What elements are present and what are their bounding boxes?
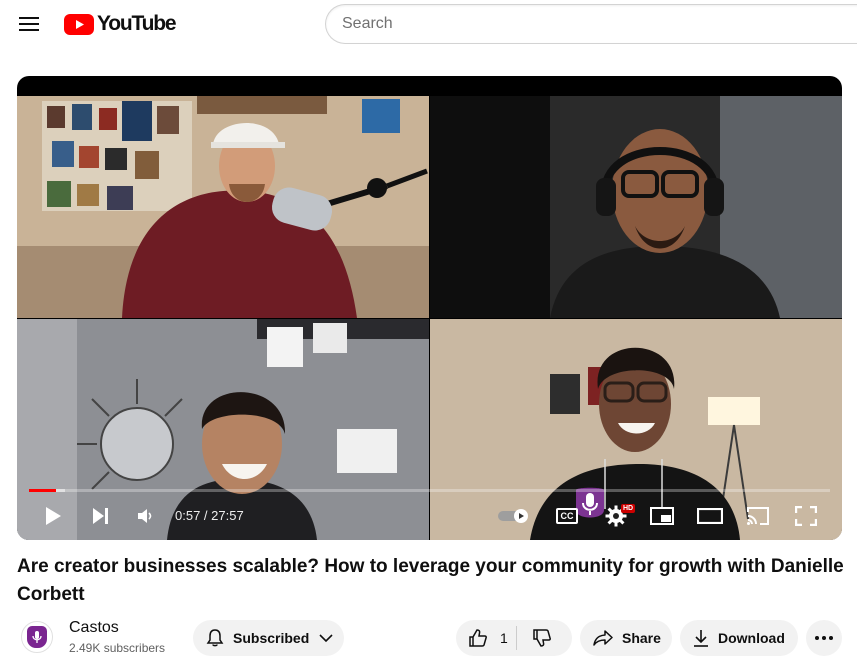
like-button[interactable]: 1: [468, 626, 508, 650]
search-input[interactable]: [326, 5, 857, 43]
thumbs-down-icon: [533, 629, 551, 647]
participant-1-image: [17, 96, 429, 318]
video-tile-top-left: [17, 96, 429, 318]
hamburger-menu-icon: [19, 17, 39, 31]
download-icon: [694, 630, 708, 647]
cast-icon: [747, 507, 769, 525]
subscribed-label: Subscribed: [233, 630, 310, 646]
like-divider: [516, 626, 517, 650]
cast-button[interactable]: [743, 496, 773, 536]
video-frame[interactable]: [17, 96, 842, 540]
autoplay-toggle[interactable]: [495, 496, 535, 536]
theater-mode-icon: [697, 508, 723, 524]
dislike-button[interactable]: [532, 626, 552, 650]
fullscreen-button[interactable]: [791, 496, 821, 536]
more-horizontal-icon: [815, 636, 833, 640]
like-count: 1: [500, 630, 508, 646]
fullscreen-icon: [795, 506, 817, 526]
time-display: 0:57 / 27:57: [175, 508, 244, 523]
hd-badge: HD: [621, 504, 636, 513]
miniplayer-icon: [650, 507, 674, 525]
video-title: Are creator businesses scalable? How to …: [17, 556, 844, 605]
thumbs-up-icon: [469, 629, 487, 647]
bell-icon: [206, 629, 224, 647]
masthead: YouTube: [0, 0, 857, 48]
chevron-down-icon: [319, 634, 333, 643]
closed-captions-icon: CC: [556, 508, 578, 524]
youtube-play-logo-icon: [64, 13, 94, 35]
youtube-logo[interactable]: YouTube: [64, 12, 177, 36]
download-button[interactable]: Download: [680, 620, 798, 656]
played-bar: [29, 489, 57, 492]
search-box[interactable]: [325, 4, 857, 44]
play-icon: [46, 507, 61, 525]
logo-text: YouTube: [97, 12, 177, 35]
share-label: Share: [622, 630, 661, 646]
video-tile-top-right: [430, 96, 842, 318]
subtitles-button[interactable]: CC: [553, 496, 581, 536]
share-button[interactable]: Share: [580, 620, 672, 656]
participant-2-image: [430, 96, 842, 318]
channel-avatar[interactable]: [21, 621, 53, 653]
theater-mode-button[interactable]: [695, 496, 725, 536]
miniplayer-button[interactable]: [647, 496, 677, 536]
menu-button[interactable]: [14, 10, 44, 38]
progress-bar[interactable]: [29, 489, 830, 492]
like-dislike-group: 1: [456, 620, 572, 656]
download-label: Download: [718, 630, 785, 646]
next-button[interactable]: [85, 496, 117, 536]
player-controls: 0:57 / 27:57 CC HD: [17, 496, 842, 536]
share-icon: [593, 630, 613, 646]
subscriber-count: 2.49K subscribers: [69, 641, 166, 655]
mute-button[interactable]: [131, 496, 159, 536]
skip-next-icon: [93, 508, 108, 524]
play-button[interactable]: [37, 496, 69, 536]
podcast-mic-icon: [32, 631, 42, 643]
channel-name[interactable]: Castos: [69, 619, 119, 637]
autoplay-toggle-icon: [498, 509, 528, 523]
video-player[interactable]: 0:57 / 27:57 CC HD: [17, 76, 842, 540]
settings-button[interactable]: HD: [599, 496, 636, 536]
castos-logo-icon: [27, 626, 47, 648]
volume-icon: [138, 509, 152, 523]
more-actions-button[interactable]: [806, 620, 842, 656]
subscribed-button[interactable]: Subscribed: [193, 620, 344, 656]
